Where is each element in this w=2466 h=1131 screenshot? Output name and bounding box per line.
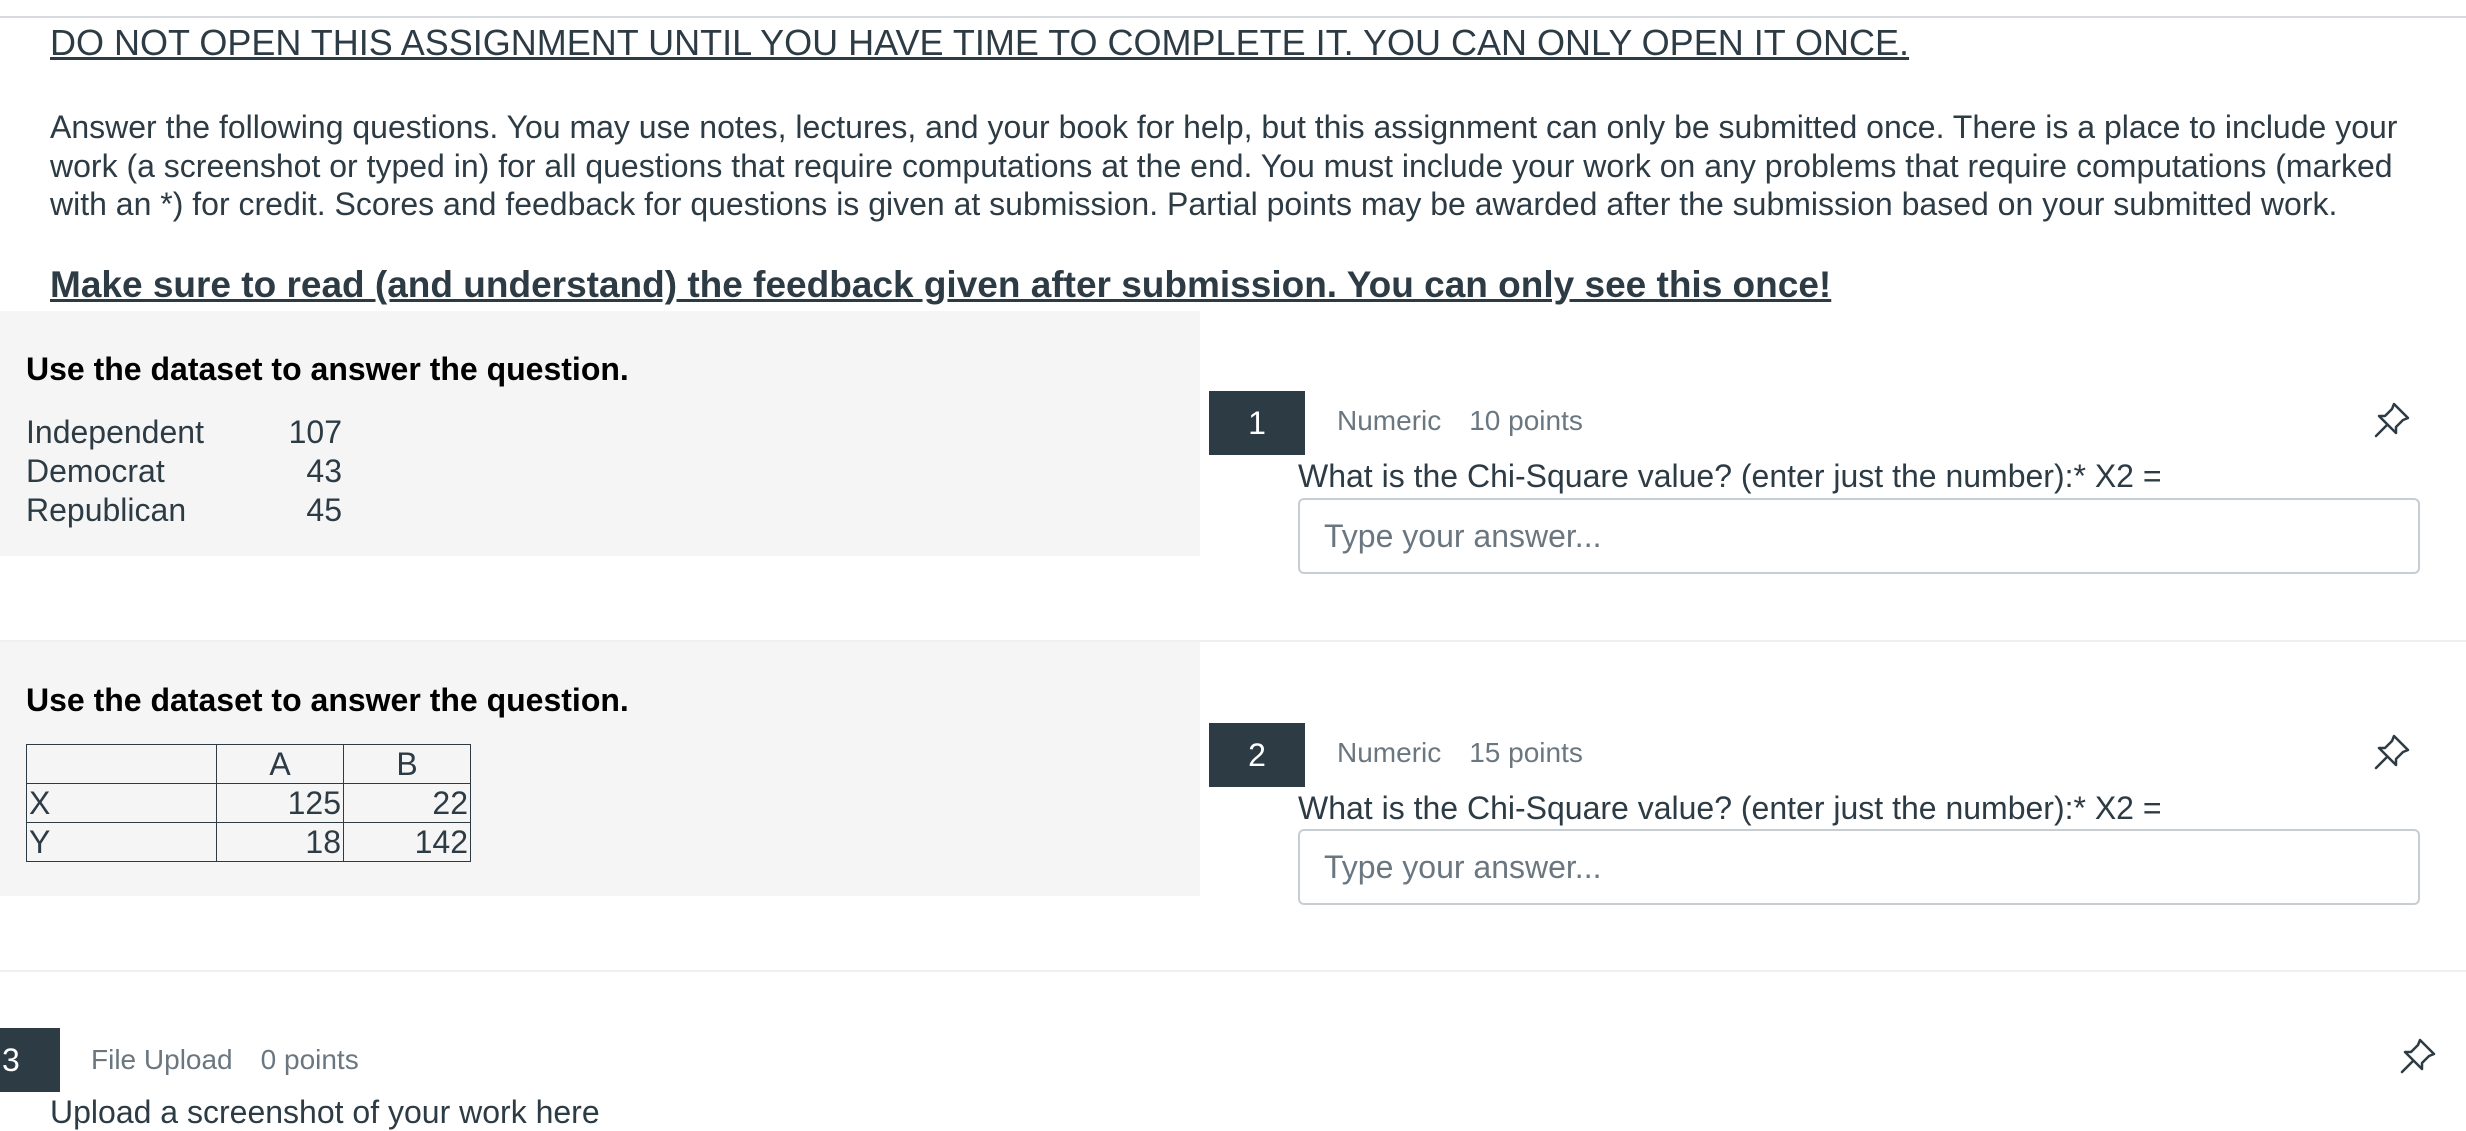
question-type: File Upload: [91, 1044, 233, 1075]
dataset-row: Democrat 43: [26, 453, 366, 493]
stimulus-panel-2: Use the dataset to answer the question. …: [0, 642, 1200, 896]
dataset-row: Republican 45: [26, 492, 366, 532]
pin-icon[interactable]: [2398, 1036, 2438, 1076]
answer-input[interactable]: [1298, 498, 2420, 574]
table-row: Y 18 142: [26, 822, 471, 862]
table-cell: [26, 744, 217, 784]
table-header-row: A B: [26, 744, 471, 784]
table-cell: Y: [26, 822, 217, 862]
table-cell: X: [26, 783, 217, 823]
question-meta: Numeric 10 points: [1337, 405, 1583, 437]
table-cell: A: [216, 744, 344, 784]
top-divider: [0, 16, 2466, 18]
instructions-paragraph: Answer the following questions. You may …: [50, 109, 2398, 222]
pin-icon[interactable]: [2372, 732, 2412, 772]
question-number-badge: 1: [1209, 391, 1305, 455]
question-points: 0 points: [260, 1044, 359, 1075]
question-text: Upload a screenshot of your work here: [50, 1094, 600, 1130]
stimulus-title: Use the dataset to answer the question.: [26, 682, 629, 718]
row-value: 107: [288, 414, 342, 450]
row-label: Republican: [26, 492, 187, 528]
question-type: Numeric: [1337, 405, 1442, 436]
contingency-table: A B X 125 22 Y 18 142: [26, 744, 471, 862]
row-label: Independent: [26, 414, 204, 450]
question-points: 15 points: [1469, 737, 1583, 768]
open-once-warning: DO NOT OPEN THIS ASSIGNMENT UNTIL YOU HA…: [50, 22, 1910, 63]
stimulus-title: Use the dataset to answer the question.: [26, 351, 629, 387]
answer-input[interactable]: [1298, 829, 2420, 905]
table-cell: B: [343, 744, 471, 784]
question-text: What is the Chi-Square value? (enter jus…: [1298, 458, 2162, 494]
dataset-row: Independent 107: [26, 414, 366, 454]
question-points: 10 points: [1469, 405, 1583, 436]
table-cell: 18: [216, 822, 344, 862]
question-number: 3: [2, 1041, 20, 1078]
stimulus-panel-1: Use the dataset to answer the question. …: [0, 311, 1200, 556]
row-value: 45: [306, 492, 342, 528]
table-row: X 125 22: [26, 783, 471, 823]
question-number-badge: 3: [0, 1028, 60, 1092]
feedback-notice: Make sure to read (and understand) the f…: [50, 264, 1832, 305]
row-label: Democrat: [26, 453, 165, 489]
question-type: Numeric: [1337, 737, 1442, 768]
question-meta: Numeric 15 points: [1337, 737, 1583, 769]
question-divider: [0, 970, 2466, 972]
table-cell: 142: [343, 822, 471, 862]
question-text: What is the Chi-Square value? (enter jus…: [1298, 790, 2162, 826]
pin-icon[interactable]: [2372, 400, 2412, 440]
question-number-badge: 2: [1209, 723, 1305, 787]
question-meta: File Upload 0 points: [91, 1044, 359, 1076]
table-cell: 125: [216, 783, 344, 823]
table-cell: 22: [343, 783, 471, 823]
row-value: 43: [306, 453, 342, 489]
